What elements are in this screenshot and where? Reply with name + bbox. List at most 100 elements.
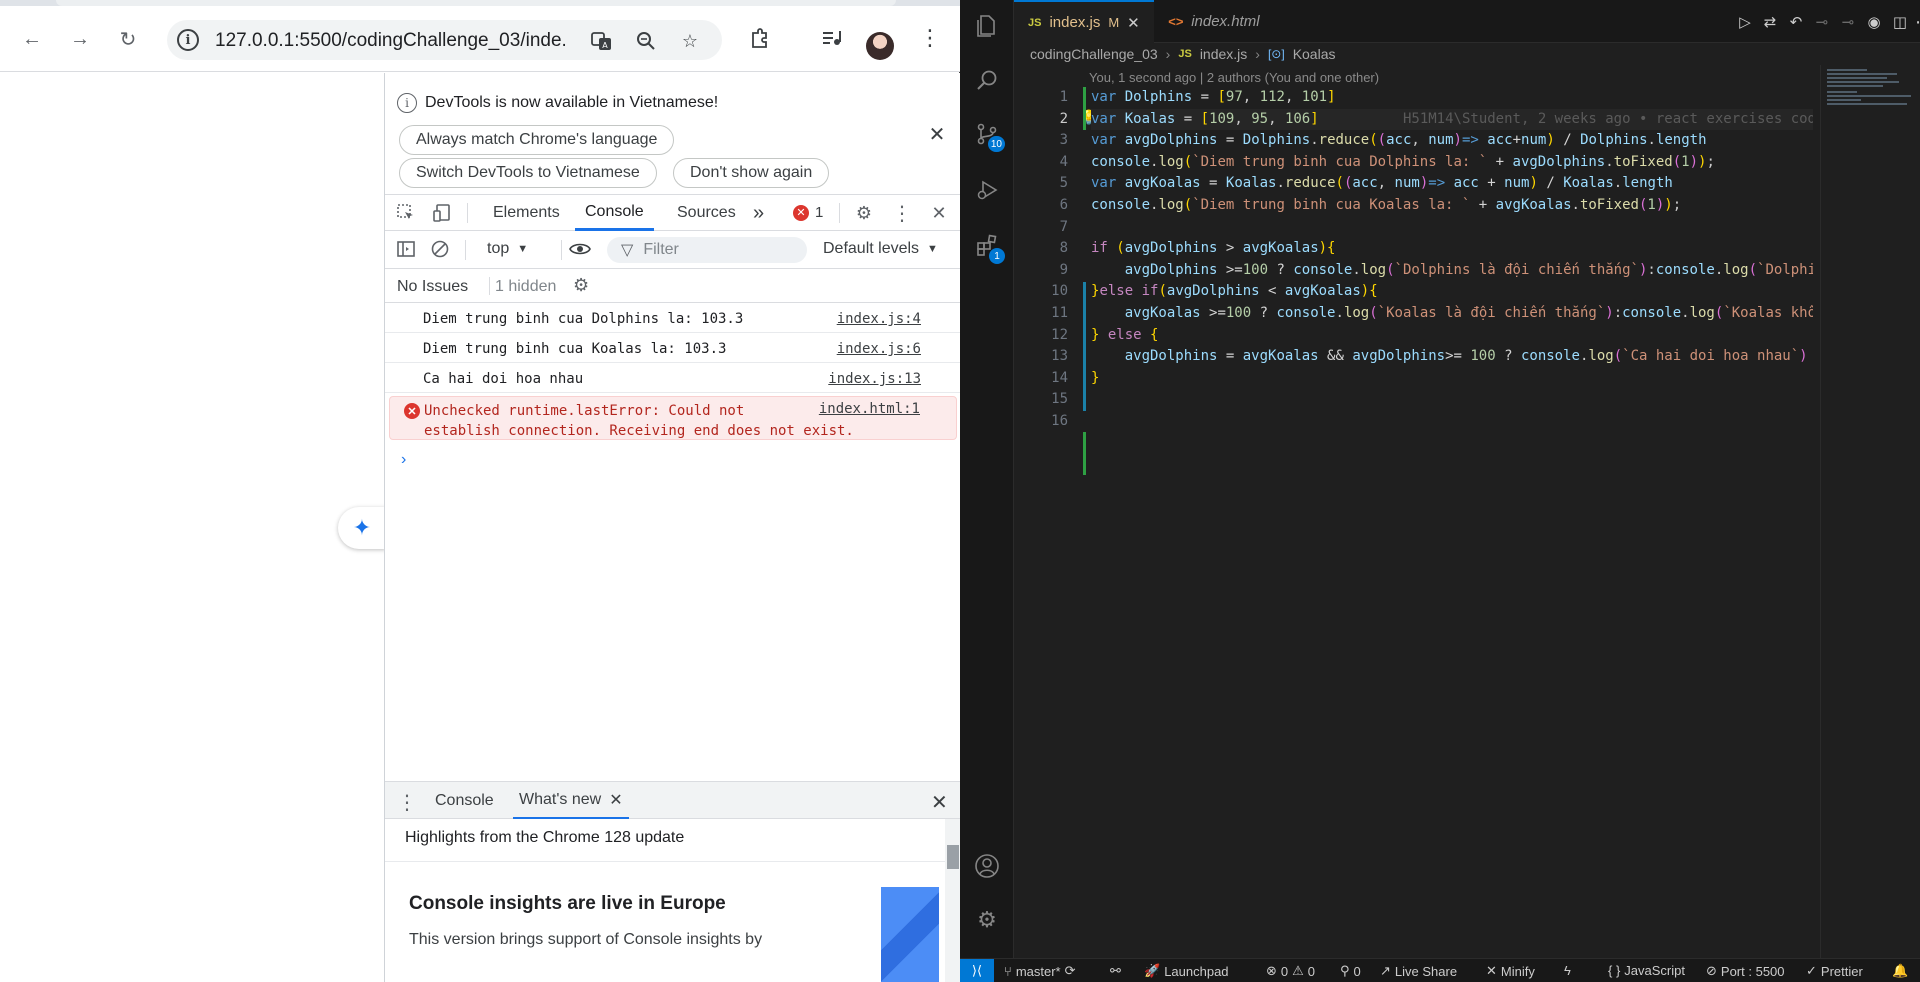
activity-bar: 10 1 ⚙ bbox=[960, 0, 1014, 958]
live-server-port[interactable]: ⊘ Port : 5500 bbox=[1706, 963, 1785, 979]
tab-sources[interactable]: Sources bbox=[677, 195, 736, 231]
page-floating-sparkle-icon[interactable]: ✦ bbox=[338, 507, 386, 549]
minimap[interactable] bbox=[1820, 65, 1920, 958]
variable-symbol-icon: [⊙] bbox=[1267, 47, 1285, 61]
device-toolbar-icon[interactable] bbox=[431, 202, 453, 224]
error-source-link[interactable]: index.html:1 bbox=[819, 401, 920, 417]
devtools-settings-icon[interactable]: ⚙ bbox=[853, 202, 875, 224]
tab-index-html[interactable]: <> index.html bbox=[1154, 0, 1274, 43]
console-prompt[interactable]: › bbox=[401, 451, 406, 469]
code-content[interactable]: var Dolphins = [97, 112, 101] var Koalas… bbox=[1091, 87, 1813, 433]
close-devtools-icon[interactable]: ✕ bbox=[928, 202, 950, 224]
log-message: Diem trung binh cua Koalas la: 103.3 bbox=[423, 341, 727, 357]
run-icon[interactable]: ▷ bbox=[1735, 12, 1755, 32]
scrollbar-thumb[interactable] bbox=[947, 845, 959, 869]
clear-console-icon[interactable] bbox=[429, 238, 451, 260]
extensions-icon[interactable] bbox=[746, 24, 774, 52]
branch-indicator[interactable]: ⑂ master* ⟳ bbox=[1004, 963, 1076, 979]
explorer-icon[interactable] bbox=[973, 12, 1001, 40]
notifications-bell-icon[interactable]: 🔔 bbox=[1892, 963, 1908, 979]
prettier-label: Prettier bbox=[1820, 963, 1863, 979]
code-editor[interactable]: You, 1 second ago | 2 authors (You and o… bbox=[1014, 65, 1920, 958]
previous-change-icon[interactable]: ⊸ bbox=[1812, 12, 1832, 32]
open-changes-icon[interactable]: ↶ bbox=[1786, 12, 1806, 32]
inspect-element-icon[interactable] bbox=[395, 202, 417, 224]
match-language-button[interactable]: Always match Chrome's language bbox=[399, 125, 675, 155]
status-bar: ⟩⟨ ⑂ master* ⟳ ⚯ 🚀 Launchpad ⊗ 0 ⚠ 0 ⚲ 0 bbox=[960, 958, 1920, 982]
gitlens-icon[interactable]: ◉ bbox=[1864, 12, 1884, 32]
scrollbar[interactable] bbox=[945, 819, 961, 982]
live-expression-eye-icon[interactable] bbox=[569, 238, 591, 260]
hidden-count: 1 hidden bbox=[495, 278, 557, 295]
split-editor-icon[interactable]: ◫ bbox=[1890, 12, 1910, 32]
tab-console[interactable]: Console bbox=[575, 195, 654, 231]
drawer-tab-console[interactable]: Console bbox=[435, 782, 494, 820]
context-selector[interactable]: top ▼ bbox=[487, 240, 528, 258]
dont-show-again-button[interactable]: Don't show again bbox=[673, 158, 830, 188]
site-info-icon[interactable]: i bbox=[177, 29, 199, 51]
account-icon[interactable] bbox=[973, 852, 1001, 880]
breadcrumb-folder[interactable]: codingChallenge_03 bbox=[1030, 46, 1158, 62]
search-icon[interactable] bbox=[973, 66, 1001, 94]
log-source-link[interactable]: index.js:4 bbox=[837, 311, 921, 327]
issues-settings-icon[interactable]: ⚙ bbox=[573, 275, 589, 296]
more-tabs-icon[interactable]: » bbox=[753, 195, 764, 231]
language-mode[interactable]: { } JavaScript bbox=[1608, 963, 1685, 978]
url-text[interactable]: 127.0.0.1:5500/codingChallenge_03/inde..… bbox=[215, 30, 565, 52]
tab-elements[interactable]: Elements bbox=[493, 195, 560, 231]
drawer-tab-whats-new[interactable]: What's new ✕ bbox=[513, 782, 629, 820]
codelens-blame[interactable]: You, 1 second ago | 2 authors (You and o… bbox=[1089, 70, 1379, 85]
address-bar[interactable]: i 127.0.0.1:5500/codingChallenge_03/inde… bbox=[167, 20, 722, 60]
minify-button[interactable]: ✕ Minify bbox=[1486, 963, 1535, 979]
reload-button[interactable]: ↻ bbox=[112, 23, 144, 55]
close-icon[interactable]: ✕ bbox=[1127, 14, 1140, 32]
port-icon: ⊘ bbox=[1706, 963, 1717, 978]
tab-index-js[interactable]: JS index.js M ✕ bbox=[1014, 0, 1154, 43]
issues-label[interactable]: No Issues bbox=[397, 278, 468, 296]
source-control-icon[interactable]: 10 bbox=[973, 120, 1005, 152]
breadcrumb: codingChallenge_03 › JS index.js › [⊙] K… bbox=[1014, 43, 1920, 65]
error-message: Unchecked runtime.lastError: Could not e… bbox=[424, 401, 854, 441]
breadcrumb-file[interactable]: index.js bbox=[1200, 46, 1247, 62]
devtools-menu-icon[interactable]: ⋮ bbox=[891, 202, 913, 225]
remote-indicator-icon[interactable]: ⟩⟨ bbox=[960, 959, 994, 982]
profile-avatar[interactable] bbox=[866, 32, 894, 60]
media-controls-icon[interactable] bbox=[818, 24, 846, 52]
ports-indicator[interactable]: ⚲ 0 bbox=[1340, 963, 1361, 979]
prettier-item[interactable]: ✓ Prettier bbox=[1806, 963, 1863, 979]
launchpad-item[interactable]: 🚀 Launchpad bbox=[1144, 963, 1229, 979]
lightning-icon[interactable]: ϟ bbox=[1564, 963, 1571, 978]
live-share-button[interactable]: ↗ Live Share bbox=[1380, 963, 1457, 979]
forward-button[interactable]: → bbox=[64, 23, 96, 55]
close-icon[interactable]: ✕ bbox=[609, 790, 622, 810]
log-levels-dropdown[interactable]: Default levels ▼ bbox=[823, 240, 938, 258]
close-drawer-icon[interactable]: ✕ bbox=[931, 790, 948, 815]
run-debug-icon[interactable] bbox=[973, 176, 1001, 204]
more-actions-icon[interactable]: ⋯ bbox=[1914, 12, 1920, 32]
code-line: avgDolphins = avgKoalas && avgDolphins>=… bbox=[1124, 348, 1808, 365]
close-infobar-icon[interactable]: ✕ bbox=[926, 123, 948, 146]
log-levels-label: Default levels bbox=[823, 240, 920, 257]
zoom-icon[interactable] bbox=[633, 28, 659, 54]
switch-language-button[interactable]: Switch DevTools to Vietnamese bbox=[399, 158, 657, 188]
next-change-icon[interactable]: ⊸ bbox=[1838, 12, 1858, 32]
log-source-link[interactable]: index.js:6 bbox=[837, 341, 921, 357]
branch-name: master* bbox=[1015, 963, 1061, 979]
back-button[interactable]: ← bbox=[16, 23, 48, 55]
error-line-2: establish connection. Receiving end does… bbox=[424, 423, 854, 439]
problems-indicator[interactable]: ⊗ 0 ⚠ 0 bbox=[1266, 963, 1315, 979]
log-source-link[interactable]: index.js:13 bbox=[828, 371, 921, 387]
git-graph-icon[interactable]: ⚯ bbox=[1110, 963, 1121, 979]
breadcrumb-symbol[interactable]: Koalas bbox=[1293, 46, 1336, 62]
sidebar-toggle-icon[interactable] bbox=[395, 238, 417, 260]
manage-gear-icon[interactable]: ⚙ bbox=[973, 906, 1001, 934]
compare-changes-icon[interactable]: ⇄ bbox=[1760, 12, 1780, 32]
error-count-badge[interactable]: ✕ 1 bbox=[793, 204, 823, 221]
extensions-icon[interactable]: 1 bbox=[973, 232, 1005, 264]
browser-menu-icon[interactable]: ⋮ bbox=[916, 24, 944, 52]
translate-icon[interactable]: A bbox=[589, 28, 615, 54]
error-icon: ⊗ bbox=[1266, 963, 1277, 978]
drawer-menu-icon[interactable]: ⋮ bbox=[397, 790, 417, 815]
bookmark-star-icon[interactable]: ☆ bbox=[677, 28, 703, 54]
console-filter-input[interactable]: ▽ Filter bbox=[607, 237, 807, 263]
